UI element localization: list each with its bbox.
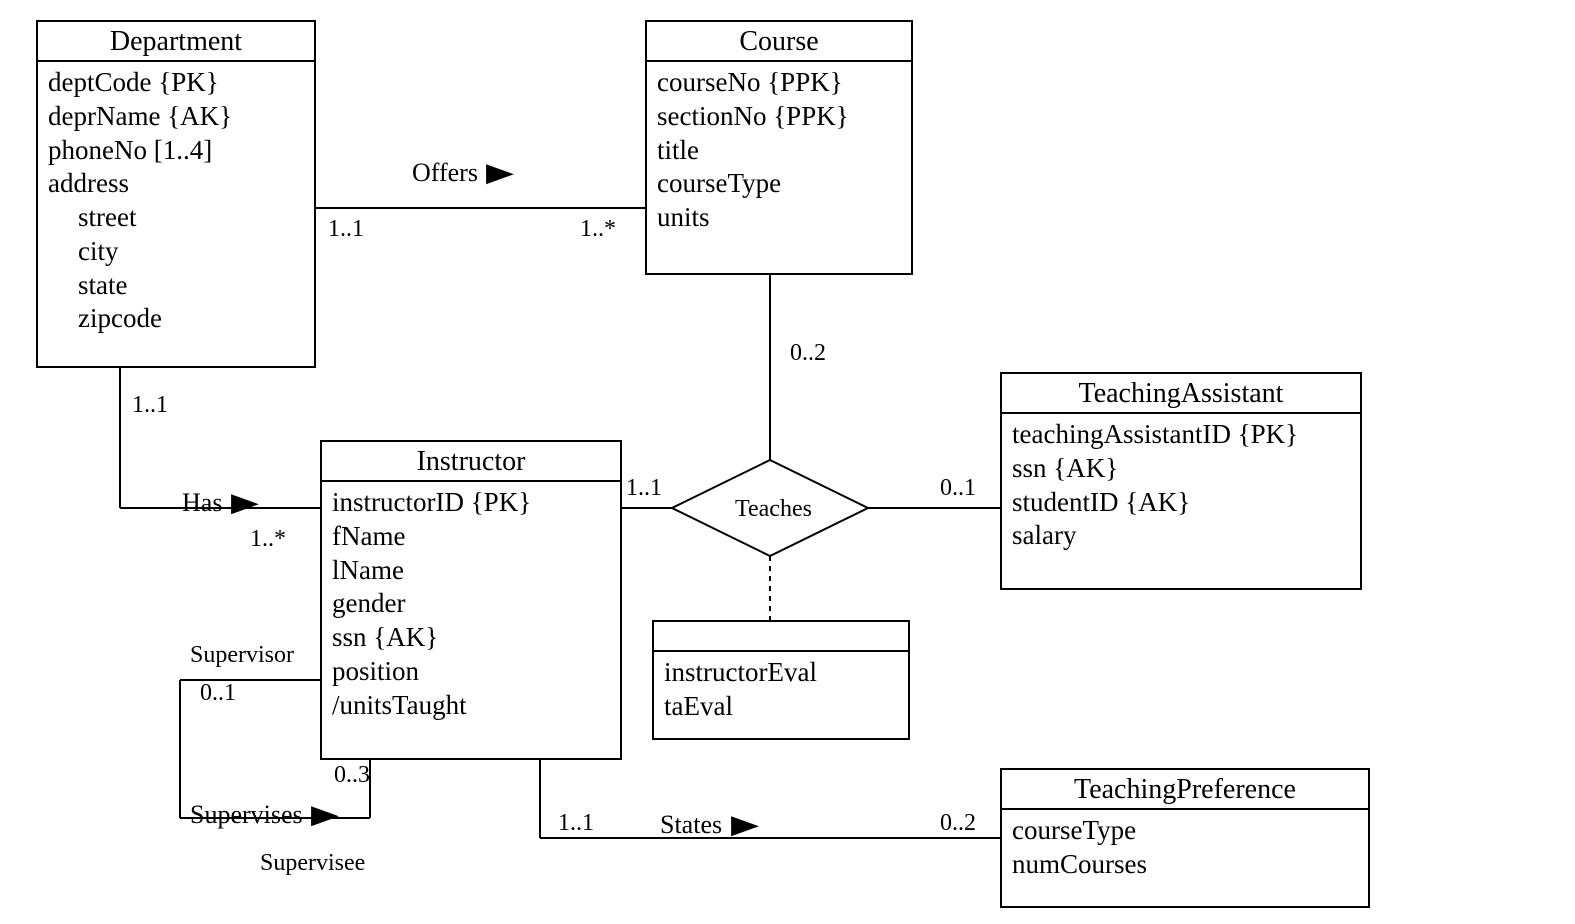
relationship-offers: Offers ▶ <box>412 158 510 188</box>
attr: courseType <box>657 167 901 201</box>
attr: instructorID {PK} <box>332 486 610 520</box>
mult-teaches-course: 0..2 <box>790 340 826 367</box>
attr: fName <box>332 520 610 554</box>
mult-has-dept: 1..1 <box>132 392 168 419</box>
assoc-class-teaches: instructorEval taEval <box>652 620 910 740</box>
mult-has-instr: 1..* <box>250 526 286 553</box>
attr: position <box>332 655 610 689</box>
role-supervisor: Supervisor <box>190 642 294 669</box>
entity-instructor: Instructor instructorID {PK} fName lName… <box>320 440 622 760</box>
arrow-icon: ▶ <box>731 810 759 840</box>
entity-attributes: teachingAssistantID {PK} ssn {AK} studen… <box>1002 414 1360 561</box>
relationship-has: Has ▶ <box>182 488 255 518</box>
attr: address <box>48 167 304 201</box>
attr: zipcode <box>48 302 304 336</box>
mult-supervisor: 0..1 <box>200 680 236 707</box>
label-text: Has <box>182 488 222 517</box>
label-text: States <box>660 810 722 839</box>
arrow-icon: ▶ <box>231 488 259 518</box>
attr: gender <box>332 587 610 621</box>
label-text: Offers <box>412 158 478 187</box>
attr: courseType <box>1012 814 1358 848</box>
attr: street <box>48 201 304 235</box>
attr: city <box>48 235 304 269</box>
entity-attributes: instructorID {PK} fName lName gender ssn… <box>322 482 620 730</box>
attr: ssn {AK} <box>1012 452 1350 486</box>
entity-teachingpreference: TeachingPreference courseType numCourses <box>1000 768 1370 908</box>
attr: phoneNo [1..4] <box>48 134 304 168</box>
relationship-states: States ▶ <box>660 810 755 840</box>
entity-title: Instructor <box>322 442 620 482</box>
attr: courseNo {PPK} <box>657 66 901 100</box>
attr: instructorEval <box>664 656 898 690</box>
attr: teachingAssistantID {PK} <box>1012 418 1350 452</box>
attr: salary <box>1012 519 1350 553</box>
entity-title: Department <box>38 22 314 62</box>
mult-offers-dept: 1..1 <box>328 216 364 243</box>
attr: numCourses <box>1012 848 1358 882</box>
mult-supervisee: 0..3 <box>334 762 370 789</box>
assoc-header-blank <box>654 622 908 652</box>
attr: sectionNo {PPK} <box>657 100 901 134</box>
entity-title: TeachingAssistant <box>1002 374 1360 414</box>
mult-teaches-ta: 0..1 <box>940 475 976 502</box>
entity-attributes: courseNo {PPK} sectionNo {PPK} title cou… <box>647 62 911 243</box>
entity-teachingassistant: TeachingAssistant teachingAssistantID {P… <box>1000 372 1362 590</box>
role-supervisee: Supervisee <box>260 850 365 877</box>
attr: lName <box>332 554 610 588</box>
entity-department: Department deptCode {PK} deprName {AK} p… <box>36 20 316 368</box>
attr: deprName {AK} <box>48 100 304 134</box>
teaches-label: Teaches <box>735 496 812 523</box>
attr: ssn {AK} <box>332 621 610 655</box>
attr: title <box>657 134 901 168</box>
attr: taEval <box>664 690 898 724</box>
relationship-supervises: Supervises ▶ <box>190 800 335 830</box>
attr: state <box>48 269 304 303</box>
er-diagram: Department deptCode {PK} deprName {AK} p… <box>0 0 1575 924</box>
attr: /unitsTaught <box>332 689 610 723</box>
entity-title: TeachingPreference <box>1002 770 1368 810</box>
attr: units <box>657 201 901 235</box>
mult-states-tp: 0..2 <box>940 810 976 837</box>
label-text: Supervises <box>190 800 303 829</box>
mult-offers-course: 1..* <box>580 216 616 243</box>
mult-teaches-instr: 1..1 <box>626 475 662 502</box>
mult-states-instr: 1..1 <box>558 810 594 837</box>
attr: studentID {AK} <box>1012 486 1350 520</box>
entity-title: Course <box>647 22 911 62</box>
entity-attributes: deptCode {PK} deprName {AK} phoneNo [1..… <box>38 62 314 344</box>
attr: deptCode {PK} <box>48 66 304 100</box>
entity-attributes: instructorEval taEval <box>654 652 908 732</box>
entity-course: Course courseNo {PPK} sectionNo {PPK} ti… <box>645 20 913 275</box>
entity-attributes: courseType numCourses <box>1002 810 1368 890</box>
arrow-icon: ▶ <box>311 800 339 830</box>
arrow-icon: ▶ <box>486 158 514 188</box>
